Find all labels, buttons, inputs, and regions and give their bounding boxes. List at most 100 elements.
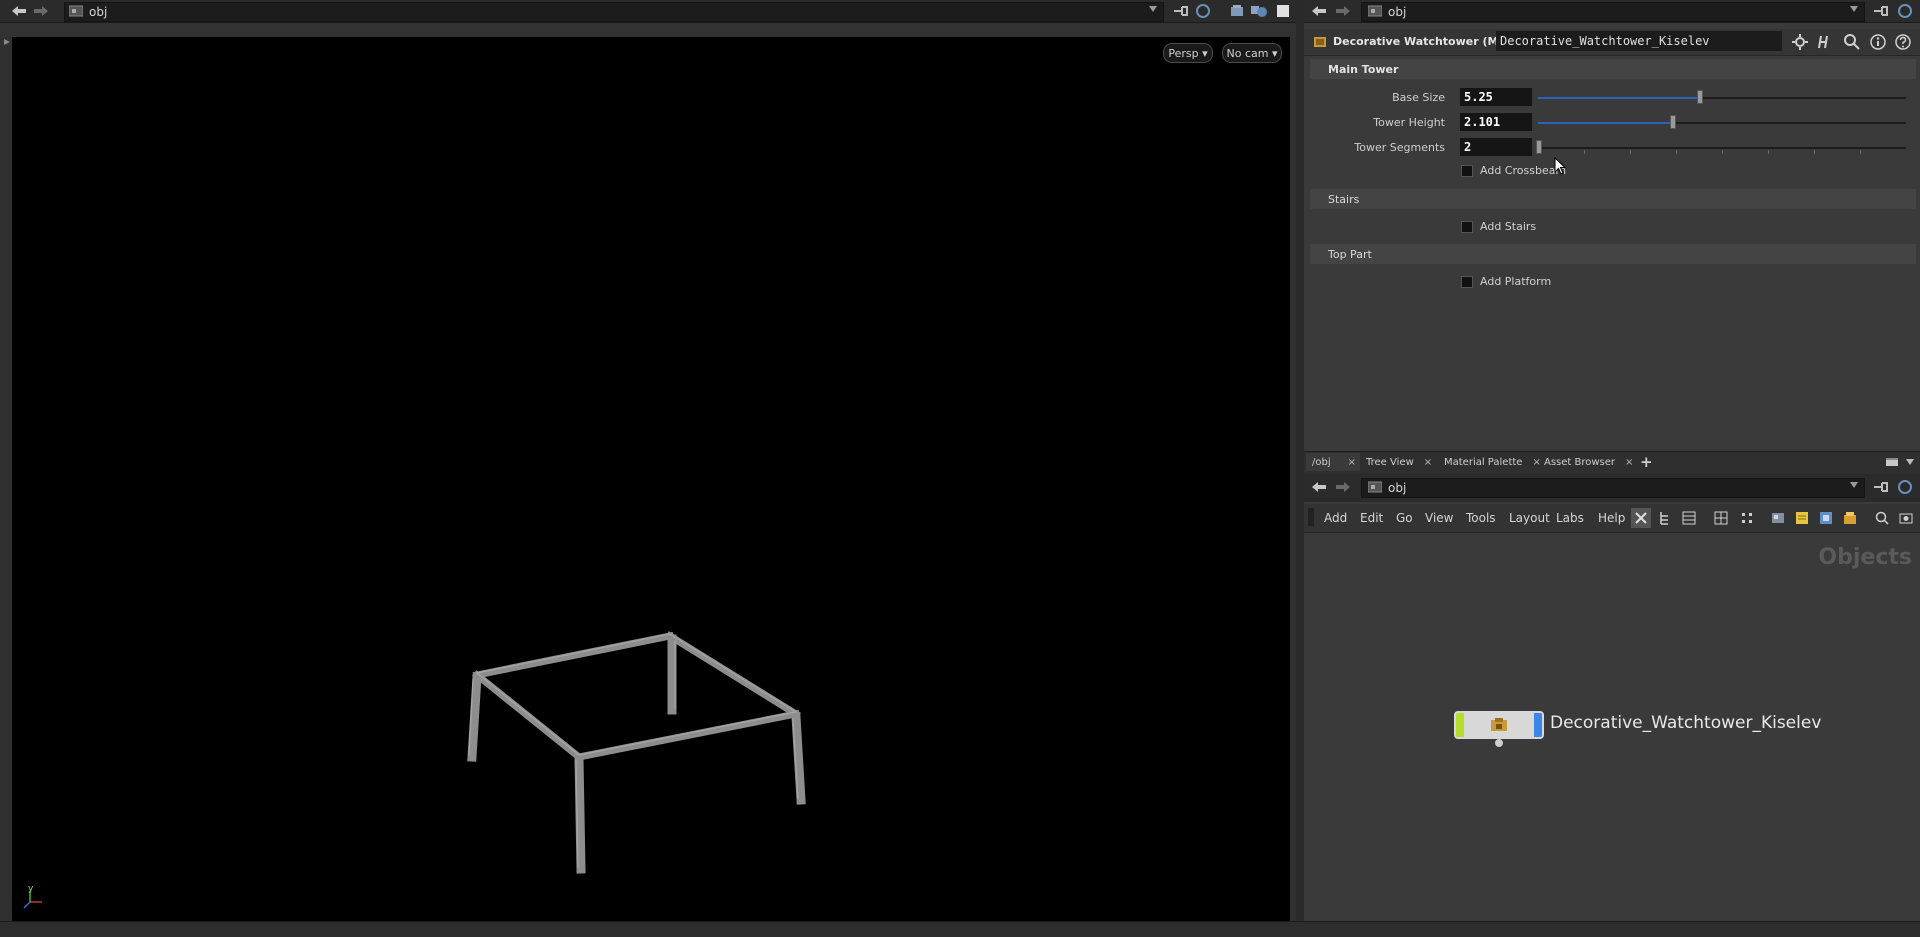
dot-grid-icon[interactable] [1737,508,1757,528]
forward-arrow-icon[interactable] [1334,3,1352,19]
parameter-path-field[interactable]: obj [1361,2,1865,22]
info-icon[interactable] [1868,32,1888,52]
tab-asset-browser[interactable]: Asset Browser × [1544,453,1633,471]
viewport-path-field[interactable]: obj [64,2,1164,22]
forward-arrow-icon[interactable] [32,3,50,19]
network-icon [1368,481,1382,493]
node-output-connector[interactable] [1495,739,1503,747]
tab-obj[interactable]: /obj × [1306,453,1360,471]
add-stairs-checkbox[interactable] [1461,221,1473,233]
menu-collapse-handle[interactable] [1308,508,1314,526]
menu-edit[interactable]: Edit [1360,508,1383,528]
folder-stairs-label: Stairs [1328,192,1360,206]
close-icon[interactable]: × [1348,457,1356,468]
node-name-label: Decorative_Watchtower_Kiselev [1550,713,1822,733]
menu-view[interactable]: View [1425,508,1453,528]
menu-go[interactable]: Go [1396,508,1413,528]
close-icon[interactable]: × [1424,457,1432,468]
network-path-field[interactable]: obj [1361,478,1865,498]
tower-leg [574,754,586,874]
background-image-icon[interactable] [1768,508,1788,528]
cam-menu-button[interactable]: No cam ▾ [1222,43,1282,63]
wrench-tool-icon[interactable] [1631,508,1651,528]
collapse-toolbar-icon[interactable] [3,38,11,46]
pane-menu-icon[interactable] [1884,455,1900,469]
menu-labs[interactable]: Labs [1556,508,1584,528]
tower-segments-field[interactable]: 2 [1460,138,1532,156]
tower-segments-slider[interactable] [1538,147,1906,149]
menu-layout[interactable]: Layout [1509,508,1550,528]
gear-icon[interactable] [1790,32,1810,52]
watchtower-node[interactable] [1454,711,1544,739]
tab-tree-view[interactable]: Tree View × [1366,453,1432,471]
zoom-icon[interactable] [1872,508,1892,528]
tab-material-palette[interactable]: Material Palette × [1444,453,1541,471]
help-icon[interactable] [1893,32,1913,52]
node-display-flag[interactable] [1456,713,1464,737]
network-icon [1368,5,1382,17]
tower-height-field[interactable]: 2.101 [1460,113,1532,131]
3d-viewport[interactable] [12,37,1290,921]
back-arrow-icon[interactable] [1310,3,1328,19]
add-tab-button[interactable]: + [1640,453,1653,471]
list-view-icon[interactable] [1679,508,1699,528]
tower-height-slider-handle[interactable] [1670,115,1676,129]
viewport-left-toolbar [0,37,12,921]
pin-icon[interactable] [1872,3,1890,19]
pin-icon[interactable] [1872,479,1890,495]
link-icon[interactable] [1194,3,1212,19]
close-icon[interactable]: × [1532,457,1540,468]
folder-main-tower-label: Main Tower [1328,62,1399,76]
base-size-slider-fill [1538,97,1700,99]
pin-icon[interactable] [1172,3,1190,19]
menu-help[interactable]: Help [1598,508,1625,528]
base-size-field[interactable]: 5.25 [1460,88,1532,106]
chevron-down-icon[interactable] [1850,6,1858,12]
network-box-icon[interactable] [1816,508,1836,528]
camera-view-icon[interactable] [1896,508,1916,528]
axis-y-label: y [28,884,34,894]
asset-icon [1312,34,1328,50]
camera-menu-button[interactable]: Persp ▾ [1163,43,1213,63]
back-arrow-icon[interactable] [1310,479,1328,495]
folder-main-tower[interactable]: Main Tower [1310,59,1916,79]
forward-arrow-icon[interactable] [1334,479,1352,495]
chevron-down-icon[interactable] [1149,6,1157,12]
folder-top-part-label: Top Part [1328,247,1372,261]
tower-beam [574,709,801,762]
pane-divider[interactable] [1296,0,1304,936]
network-icon [69,5,83,17]
menu-add[interactable]: Add [1324,508,1347,528]
base-size-slider-handle[interactable] [1697,90,1703,104]
node-icon [1464,713,1534,737]
asset-library-icon[interactable] [1840,508,1860,528]
search-icon[interactable] [1842,32,1862,52]
mouse-cursor-icon [1554,157,1566,175]
maximize-icon[interactable] [1274,3,1292,19]
chevron-down-icon[interactable] [1850,482,1858,488]
menu-tools[interactable]: Tools [1466,508,1496,528]
houdini-help-icon[interactable] [1815,32,1835,52]
tower-segments-slider-handle[interactable] [1536,140,1542,154]
add-crossbeam-checkbox[interactable] [1461,165,1473,177]
tab-material-palette-label: Material Palette [1444,456,1523,468]
link-icon[interactable] [1896,479,1914,495]
node-render-flag[interactable] [1534,713,1542,737]
node-name-field[interactable]: Decorative_Watchtower_Kiselev [1496,31,1782,51]
chevron-down-icon[interactable] [1904,455,1916,469]
grid-view-icon[interactable] [1711,508,1731,528]
tower-segments-label: Tower Segments [1354,141,1445,154]
add-platform-checkbox[interactable] [1461,276,1473,288]
link-icon[interactable] [1896,3,1914,19]
shading-icon[interactable] [1250,3,1268,19]
back-arrow-icon[interactable] [10,3,28,19]
sticky-note-icon[interactable] [1792,508,1812,528]
folder-top-part[interactable]: Top Part [1310,244,1916,264]
slider-tick [1676,150,1677,154]
tree-layout-icon[interactable] [1655,508,1675,528]
watchtower-wireframe [23,631,806,909]
network-path-text: obj [1388,481,1407,495]
close-icon[interactable]: × [1625,457,1633,468]
folder-stairs[interactable]: Stairs [1310,189,1916,209]
display-options-icon[interactable] [1228,3,1246,19]
